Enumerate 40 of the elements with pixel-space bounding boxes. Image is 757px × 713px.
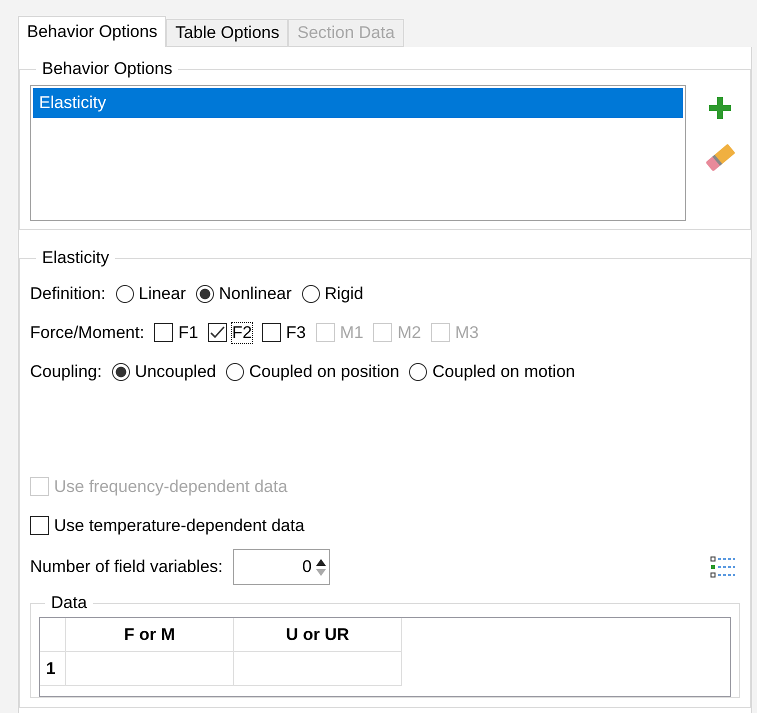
up-arrow-icon[interactable] [314, 556, 327, 566]
field-label: Number of field variables: [30, 557, 223, 577]
checkbox-option[interactable]: F3 [262, 322, 306, 342]
group-title: Behavior Options [41, 59, 174, 79]
radio-circle[interactable] [116, 284, 134, 302]
field-label: Definition: [30, 284, 106, 304]
table-cell[interactable] [234, 652, 402, 686]
tab[interactable]: Behavior Options [18, 16, 166, 47]
tab[interactable]: Table Options [166, 19, 288, 47]
table-cell[interactable] [66, 652, 234, 686]
group-title: Elasticity [41, 248, 110, 268]
radio-option[interactable]: Coupled on motion [409, 362, 576, 382]
radio-circle[interactable] [196, 284, 214, 302]
add-icon[interactable] [707, 95, 733, 121]
field-label: Force/Moment: [30, 322, 144, 342]
radio-circle[interactable] [112, 362, 130, 380]
radio-circle[interactable] [302, 284, 320, 302]
radio-option[interactable]: Uncoupled [112, 362, 216, 382]
checkbox-option[interactable]: Use temperature-dependent data [30, 516, 304, 536]
list-item[interactable]: Elasticity [33, 88, 683, 118]
list-settings-icon[interactable] [710, 556, 736, 578]
radio-option[interactable]: Linear [116, 284, 186, 304]
column-header[interactable]: U or UR [234, 618, 402, 652]
data-table[interactable]: F or M U or UR 1 [39, 617, 731, 697]
checkbox-option[interactable]: F1 [154, 322, 198, 342]
field-label: Coupling: [30, 362, 102, 382]
radio-option[interactable]: Nonlinear [196, 284, 292, 304]
number-spinner[interactable]: 0 [232, 549, 330, 585]
behavior-list[interactable]: Elasticity [30, 85, 686, 221]
radio-option[interactable]: Rigid [302, 284, 364, 304]
eraser-icon[interactable] [703, 143, 737, 173]
checkmark-icon [210, 326, 226, 339]
radio-circle[interactable] [226, 362, 244, 380]
checkbox-option[interactable]: F2 [208, 322, 252, 342]
radio-option[interactable]: Coupled on position [226, 362, 400, 382]
row-number: 1 [40, 652, 66, 686]
table-corner [40, 618, 66, 652]
radio-circle[interactable] [409, 362, 428, 380]
group-title: Data [50, 593, 88, 613]
column-header[interactable]: F or M [66, 618, 234, 652]
